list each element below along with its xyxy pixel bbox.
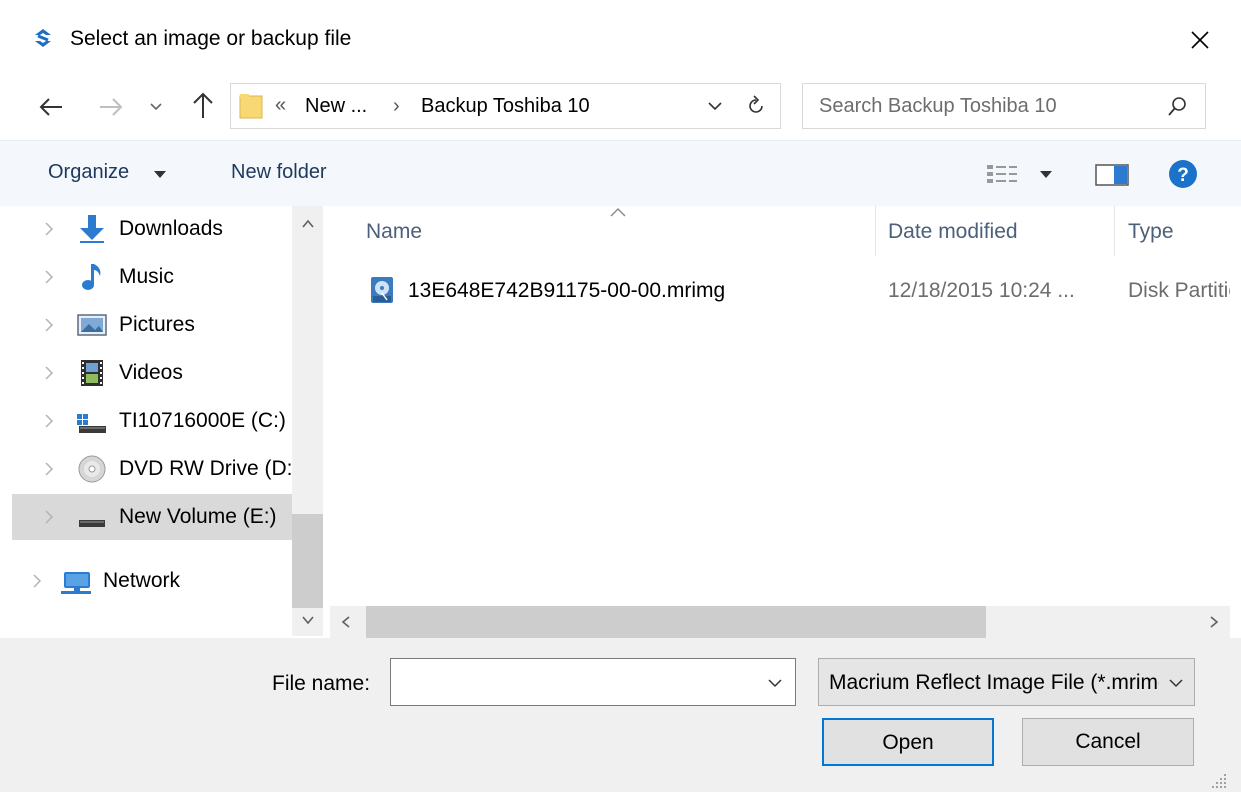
dvd-drive-icon [78,455,106,483]
sidebar-item-label: Pictures [119,313,195,336]
breadcrumb-current[interactable]: Backup Toshiba 10 [421,95,590,118]
column-header-date-modified[interactable]: Date modified [888,220,1018,244]
close-icon [1191,31,1209,49]
dialog-footer: File name: Macrium Reflect Image File (*… [0,638,1241,792]
file-type-filter-value: Macrium Reflect Image File (*.mrimg) [829,671,1159,694]
refresh-icon[interactable] [745,94,767,118]
sidebar-scrollbar[interactable] [292,206,323,636]
file-name-input[interactable] [390,658,796,706]
svg-text:?: ? [1177,165,1189,186]
expand-chevron-icon[interactable] [42,317,56,333]
column-header-name[interactable]: Name [366,220,422,244]
navigation-bar: « New ... › Backup Toshiba 10 Search Bac… [0,80,1241,135]
chevron-down-icon[interactable] [1167,676,1185,690]
downloads-icon [80,215,104,243]
scroll-right-icon[interactable] [1206,614,1222,630]
cancel-button[interactable]: Cancel [1022,718,1194,766]
sidebar-item-label: Music [119,265,174,288]
new-folder-button[interactable]: New folder [231,161,327,184]
breadcrumb-separator-icon[interactable]: › [393,95,400,118]
sidebar-item-videos[interactable]: Videos [12,350,292,396]
expand-chevron-icon[interactable] [30,573,44,589]
open-button[interactable]: Open [822,718,994,766]
expand-chevron-icon[interactable] [42,413,56,429]
expand-chevron-icon[interactable] [42,509,56,525]
view-dropdown-icon[interactable] [1040,171,1052,178]
forward-arrow-icon[interactable] [96,92,126,122]
scrollbar-thumb[interactable] [366,606,986,638]
file-type-filter-select[interactable]: Macrium Reflect Image File (*.mrimg) [818,658,1195,706]
up-arrow-icon[interactable] [188,90,218,122]
system-drive-icon [77,414,106,433]
network-icon [61,572,91,594]
breadcrumb-overflow-icon[interactable]: « [275,94,286,117]
expand-chevron-icon[interactable] [42,269,56,285]
file-type: Disk Partition Image [1128,279,1230,302]
sidebar-item-label: Downloads [119,217,223,240]
file-row[interactable]: 13E648E742B91175-00-00.mrimg 12/18/2015 … [360,270,1230,310]
chevron-down-icon[interactable] [766,676,784,690]
scroll-down-icon[interactable] [300,612,316,628]
sidebar-item-label: TI10716000E (C:) [119,409,286,432]
title-bar: Select an image or backup file [0,0,1241,80]
sidebar-item-system-drive[interactable]: TI10716000E (C:) [12,398,292,444]
preview-pane-icon[interactable] [1094,163,1130,187]
sidebar-item-label: Videos [119,361,183,384]
sidebar-item-pictures[interactable]: Pictures [12,302,292,348]
search-box[interactable]: Search Backup Toshiba 10 [802,83,1206,129]
sidebar-item-dvd-drive[interactable]: DVD RW Drive (D:) [12,446,295,492]
dialog-title: Select an image or backup file [70,27,352,50]
search-icon[interactable] [1165,95,1189,119]
sidebar-item-new-volume[interactable]: New Volume (E:) [12,494,292,540]
file-list-horizontal-scrollbar[interactable] [330,606,1230,638]
disk-image-file-icon [371,277,393,303]
file-name-label: File name: [272,672,371,695]
sort-ascending-icon [610,208,626,217]
expand-chevron-icon[interactable] [42,461,56,477]
file-name: 13E648E742B91175-00-00.mrimg [408,279,726,302]
sidebar-item-music[interactable]: Music [12,254,292,300]
column-divider[interactable] [1114,206,1115,256]
column-header-type[interactable]: Type [1128,220,1174,244]
sidebar-item-label: New Volume (E:) [119,505,277,528]
sidebar-item-network[interactable]: Network [12,558,292,604]
drive-icon [79,520,105,527]
resize-grip-icon[interactable] [1210,772,1228,790]
change-view-icon[interactable] [986,163,1020,185]
breadcrumb-parent[interactable]: New ... [305,95,367,118]
folder-icon [239,94,263,119]
organize-menu[interactable]: Organize [48,161,129,184]
scroll-left-icon[interactable] [338,614,354,630]
help-icon[interactable]: ? [1168,159,1198,189]
file-date-modified: 12/18/2015 10:24 ... [888,279,1075,302]
videos-icon [81,360,103,386]
scroll-up-icon[interactable] [300,216,316,232]
expand-chevron-icon[interactable] [42,365,56,381]
organize-dropdown-icon[interactable] [154,171,166,178]
expand-chevron-icon[interactable] [42,221,56,237]
sidebar-item-label: DVD RW Drive (D:) [119,457,295,480]
search-placeholder[interactable]: Search Backup Toshiba 10 [819,95,1057,118]
sidebar-item-label: Network [103,569,181,592]
music-icon [82,264,101,290]
column-divider[interactable] [875,206,876,256]
chevron-down-icon[interactable] [705,96,725,116]
pictures-icon [77,314,107,336]
scrollbar-thumb[interactable] [292,514,323,608]
address-bar[interactable]: « New ... › Backup Toshiba 10 [230,83,781,129]
close-button[interactable] [1178,18,1222,62]
file-list: Name Date modified Type 13E648E742B91175… [330,206,1230,606]
recent-locations-chevron-icon[interactable] [146,96,166,116]
back-arrow-icon[interactable] [36,92,66,122]
macrium-app-icon [35,29,51,47]
sidebar-item-downloads[interactable]: Downloads [12,206,292,252]
navigation-pane: Downloads Music Pictures Videos TI107160… [0,206,324,636]
command-toolbar: Organize New folder ? [0,140,1241,206]
